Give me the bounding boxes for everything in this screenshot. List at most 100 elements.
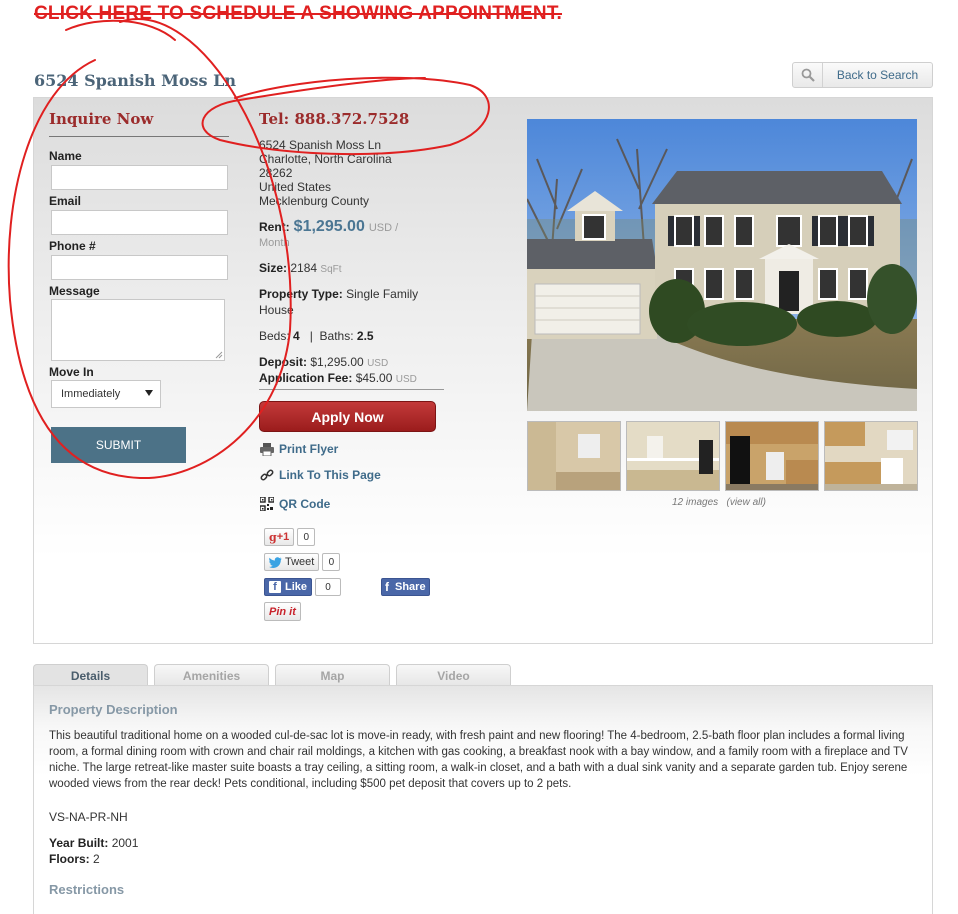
- application-fee-unit: USD: [395, 374, 417, 385]
- tab-video[interactable]: Video: [396, 664, 511, 686]
- thumbnail-photo[interactable]: [725, 421, 819, 491]
- facebook-share-button[interactable]: f Share: [381, 578, 430, 596]
- floors-row: Floors: 2: [49, 852, 100, 866]
- link-to-page-label: Link To This Page: [279, 468, 381, 482]
- tab-amenities[interactable]: Amenities: [154, 664, 269, 686]
- address-line: Charlotte, North Carolina: [259, 152, 392, 166]
- rent-period: Month: [259, 237, 290, 249]
- main-property-photo[interactable]: [527, 119, 917, 411]
- google-plus-label: +1: [276, 531, 290, 543]
- property-type-value-cont: House: [259, 303, 294, 317]
- address-line: 28262: [259, 166, 293, 180]
- facebook-like-button[interactable]: f Like: [264, 578, 313, 596]
- dropdown-arrow-icon: [145, 390, 153, 396]
- phone-number: Tel: 888.372.7528: [259, 110, 410, 128]
- google-plus-widget: g +1 0: [264, 528, 316, 546]
- tab-map[interactable]: Map: [275, 664, 390, 686]
- rent-unit: USD /: [368, 222, 399, 234]
- thumbnail-photo[interactable]: [626, 421, 720, 491]
- name-field[interactable]: [51, 165, 228, 190]
- google-plus-count: 0: [297, 528, 316, 546]
- back-to-search-label: Back to Search: [836, 68, 919, 82]
- link-to-page-link[interactable]: Link To This Page: [260, 468, 381, 482]
- listing-code: VS-NA-PR-NH: [49, 810, 128, 824]
- size-label: Size:: [259, 261, 288, 275]
- size-row: Size: 2184 SqFt: [259, 261, 342, 275]
- year-built-value: 2001: [111, 836, 139, 850]
- baths-separator: |: [309, 329, 313, 343]
- move-in-select[interactable]: Immediately: [51, 380, 161, 408]
- image-count-row: 12 images (view all): [672, 497, 766, 508]
- deposit-label: Deposit:: [259, 355, 307, 369]
- apply-now-button[interactable]: Apply Now: [259, 401, 436, 432]
- year-built-label: Year Built:: [49, 836, 109, 850]
- address-line: United States: [259, 180, 332, 194]
- phone-label: Phone #: [49, 239, 96, 253]
- thumbnail-photo[interactable]: [824, 421, 918, 491]
- link-icon: [260, 469, 274, 481]
- email-label: Email: [49, 194, 82, 208]
- back-to-search-button[interactable]: Back to Search: [792, 62, 933, 88]
- deposit-row: Deposit: $1,295.00 USD: [259, 355, 388, 369]
- qr-code-icon: [260, 497, 274, 511]
- property-type-value: Single Family: [346, 287, 419, 301]
- tab-details[interactable]: Details: [33, 664, 148, 687]
- rent-label: Rent:: [259, 220, 290, 234]
- move-in-value: Immediately: [61, 388, 121, 400]
- search-icon: [793, 63, 823, 87]
- facebook-icon: f: [269, 581, 281, 593]
- twitter-bird-icon: [269, 556, 282, 568]
- pin-it-button[interactable]: Pin it: [264, 602, 301, 621]
- printer-icon: [260, 442, 274, 456]
- deposit-value: $1,295.00: [310, 355, 364, 369]
- rent-value: $1,295.00: [293, 218, 365, 235]
- image-count: 12 images: [672, 497, 719, 508]
- move-in-label: Move In: [49, 365, 94, 379]
- property-type-label: Property Type:: [259, 287, 343, 301]
- baths-label: Baths:: [319, 329, 354, 343]
- name-label: Name: [49, 149, 82, 163]
- facebook-like-widget: f Like 0: [264, 578, 342, 596]
- tweet-widget: Tweet 0: [264, 553, 341, 571]
- email-field[interactable]: [51, 210, 228, 235]
- thumbnail-photo[interactable]: [527, 421, 621, 491]
- address-block: 6524 Spanish Moss Ln Charlotte, North Ca…: [259, 138, 392, 208]
- baths-value: 2.5: [356, 329, 374, 343]
- facebook-share-label: Share: [395, 581, 426, 593]
- application-fee-label: Application Fee:: [259, 371, 353, 385]
- size-value: 2184: [290, 261, 318, 275]
- page-title: 6524 Spanish Moss Ln: [34, 71, 236, 90]
- details-panel: [33, 685, 933, 914]
- facebook-icon: f: [385, 580, 389, 594]
- beds-baths-row: Beds: 4 | Baths: 2.5: [259, 329, 374, 343]
- google-plus-button[interactable]: g +1: [264, 528, 295, 546]
- floors-label: Floors:: [49, 852, 90, 866]
- property-description-title: Property Description: [49, 702, 178, 717]
- divider: [49, 136, 229, 137]
- tweet-button[interactable]: Tweet: [264, 553, 320, 571]
- address-line: 6524 Spanish Moss Ln: [259, 138, 382, 152]
- pin-it-label: Pin it: [269, 605, 296, 618]
- year-built-row: Year Built: 2001: [49, 836, 138, 850]
- application-fee-value: $45.00: [355, 371, 393, 385]
- google-plus-icon: g: [269, 530, 277, 544]
- facebook-like-count: 0: [315, 578, 342, 596]
- view-all-link[interactable]: (view all): [726, 497, 765, 508]
- phone-field[interactable]: [51, 255, 228, 280]
- qr-code-link[interactable]: QR Code: [260, 497, 330, 511]
- property-description: This beautiful traditional home on a woo…: [49, 730, 908, 790]
- size-unit: SqFt: [320, 264, 342, 275]
- property-type-row: Property Type: Single Family: [259, 287, 418, 301]
- deposit-unit: USD: [367, 358, 389, 369]
- message-label: Message: [49, 284, 100, 298]
- print-flyer-link[interactable]: Print Flyer: [260, 442, 338, 456]
- message-field[interactable]: [51, 299, 225, 361]
- address-line: Mecklenburg County: [259, 194, 370, 208]
- beds-label: Beds:: [259, 329, 290, 343]
- beds-value: 4: [293, 329, 300, 343]
- submit-button[interactable]: SUBMIT: [51, 427, 186, 463]
- schedule-showing-link[interactable]: CLICK HERE TO SCHEDULE A SHOWING APPOINT…: [34, 3, 562, 25]
- facebook-share-widget: f Share: [381, 578, 430, 596]
- qr-code-label: QR Code: [279, 497, 331, 511]
- pinterest-widget: Pin it: [264, 602, 301, 621]
